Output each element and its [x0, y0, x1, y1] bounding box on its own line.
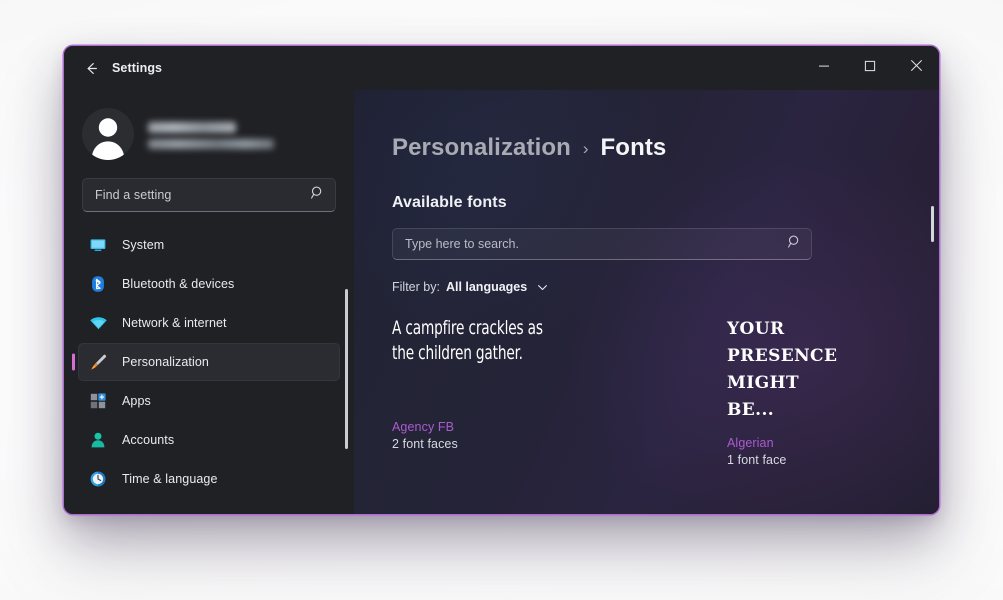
sidebar-item-network-internet[interactable]: Network & internet: [78, 304, 340, 342]
main-scrollbar[interactable]: [931, 90, 935, 514]
font-card[interactable]: A campfire crackles as the children gath…: [392, 316, 562, 514]
font-preview-text: A campfire crackles as the children gath…: [392, 317, 543, 364]
arrow-left-icon: [83, 60, 100, 77]
sidebar-item-label: Time & language: [122, 472, 218, 486]
sidebar-item-system[interactable]: System: [78, 226, 340, 264]
font-face-count: 2 font faces: [392, 437, 458, 451]
main-scroll-area: Personalization › Fonts Available fonts …: [354, 90, 939, 514]
sidebar-search-input[interactable]: Find a setting: [82, 178, 336, 212]
breadcrumb-separator-icon: ›: [582, 139, 589, 158]
font-search-input[interactable]: Type here to search.: [392, 228, 812, 260]
sidebar-search-placeholder: Find a setting: [95, 188, 172, 202]
font-search-placeholder: Type here to search.: [405, 237, 519, 251]
sidebar-item-apps[interactable]: Apps: [78, 382, 340, 420]
navigation-list: System Bluetooth & devices Network & int…: [64, 226, 354, 498]
user-avatar-icon: [82, 108, 134, 160]
font-name: Algerian: [727, 436, 774, 450]
sidebar-item-accounts[interactable]: Accounts: [78, 421, 340, 459]
sidebar-item-label: Network & internet: [122, 316, 227, 330]
sidebar-item-label: Apps: [122, 394, 151, 408]
font-grid: A campfire crackles as the children gath…: [354, 316, 939, 514]
filter-dropdown[interactable]: Filter by: All languages: [392, 280, 549, 294]
account-text: [148, 120, 274, 149]
avatar: [82, 108, 134, 160]
filter-value: All languages: [445, 280, 528, 294]
sidebar-item-label: Accounts: [122, 433, 175, 447]
font-preview-text: Your presence might be...: [727, 319, 838, 420]
window-controls: [801, 46, 939, 90]
chevron-down-icon: [536, 281, 549, 294]
apps-icon: [88, 391, 108, 411]
filter-label: Filter by:: [392, 280, 440, 294]
page-title: Available fonts: [392, 194, 507, 211]
paintbrush-icon: [88, 352, 108, 372]
font-card[interactable]: Your presence might be... Algerian 1 fon…: [727, 316, 837, 514]
app-title: Settings: [112, 61, 163, 75]
sidebar-scrollbar[interactable]: [345, 289, 348, 449]
sidebar-item-time-language[interactable]: Time & language: [78, 460, 340, 498]
maximize-icon: [864, 59, 876, 77]
settings-window: Settings Find a setting System Bluetooth…: [64, 46, 939, 514]
sidebar-item-label: System: [122, 238, 165, 252]
breadcrumb-parent-link[interactable]: Personalization: [392, 134, 571, 162]
font-face-count: 1 font face: [727, 453, 787, 467]
search-icon: [310, 185, 325, 205]
close-icon: [910, 59, 923, 77]
main-scrollbar-thumb[interactable]: [931, 206, 934, 242]
sidebar-item-personalization[interactable]: Personalization: [78, 343, 340, 381]
account-card[interactable]: [64, 90, 354, 166]
clock-icon: [88, 469, 108, 489]
title-bar: Settings: [64, 46, 939, 90]
maximize-button[interactable]: [847, 46, 893, 90]
search-icon: [787, 234, 802, 254]
bluetooth-icon: [88, 274, 108, 294]
account-email: [148, 138, 274, 149]
account-name: [148, 121, 236, 133]
sidebar-item-label: Personalization: [122, 355, 209, 369]
wifi-icon: [88, 313, 108, 333]
close-button[interactable]: [893, 46, 939, 90]
minimize-button[interactable]: [801, 46, 847, 90]
back-button[interactable]: [74, 53, 108, 83]
monitor-icon: [88, 235, 108, 255]
breadcrumb-current: Fonts: [600, 134, 667, 161]
sidebar-item-label: Bluetooth & devices: [122, 277, 235, 291]
person-icon: [88, 430, 108, 450]
sidebar: Find a setting System Bluetooth & device…: [64, 90, 354, 514]
sidebar-item-bluetooth-devices[interactable]: Bluetooth & devices: [78, 265, 340, 303]
font-name: Agency FB: [392, 420, 455, 434]
minimize-icon: [818, 59, 830, 77]
breadcrumb: Personalization › Fonts: [354, 90, 939, 162]
main-content: Personalization › Fonts Available fonts …: [354, 90, 939, 514]
